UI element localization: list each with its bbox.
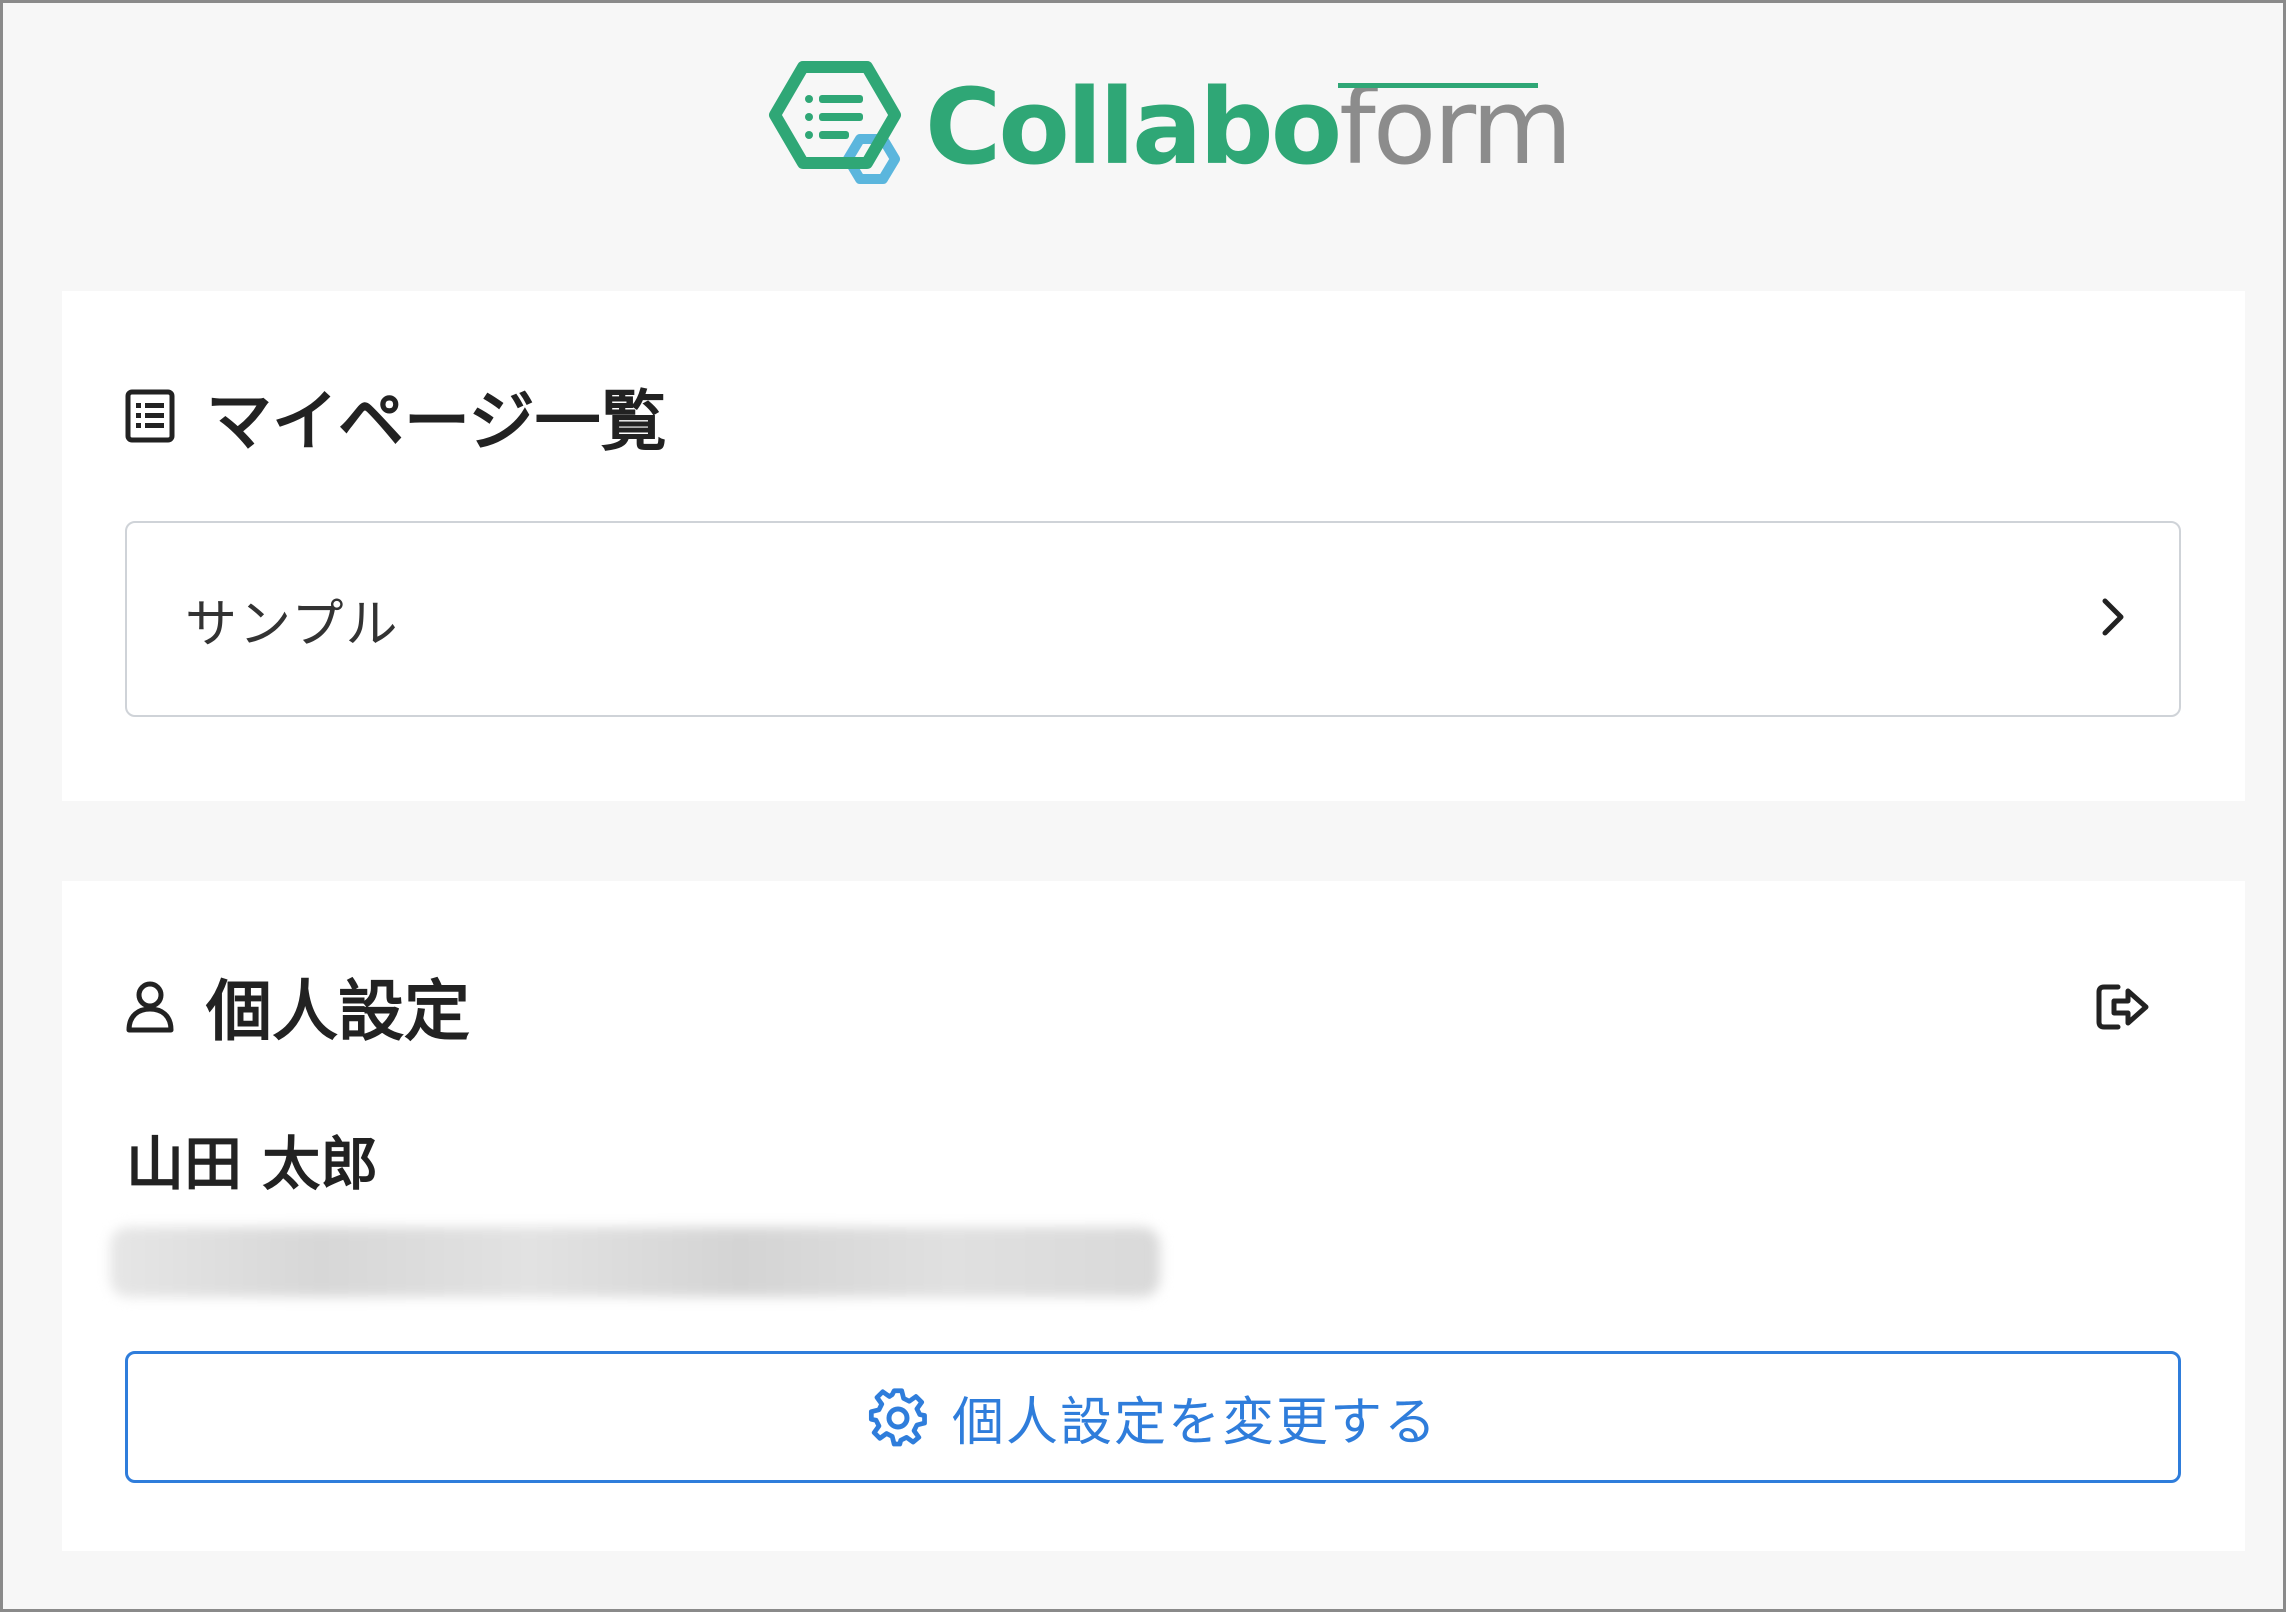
change-personal-settings-button[interactable]: 個人設定を変更する bbox=[125, 1351, 2181, 1483]
logo-accent-line bbox=[1338, 83, 1538, 88]
gear-icon bbox=[868, 1387, 928, 1447]
logout-icon[interactable] bbox=[2091, 977, 2155, 1037]
list-icon bbox=[124, 388, 176, 444]
personal-settings-title: 個人設定 bbox=[206, 973, 470, 1050]
user-display-name: 山田 太郎 bbox=[126, 1130, 379, 1198]
mypage-list-title: マイページ一覧 bbox=[206, 383, 667, 460]
chevron-right-icon bbox=[2099, 595, 2127, 643]
collaboform-logo-icon bbox=[769, 61, 901, 184]
user-email-redacted bbox=[110, 1227, 1160, 1297]
logo-text-collabo: Collabo bbox=[925, 66, 1342, 188]
mypage-item-label: サンプル bbox=[185, 594, 400, 655]
mypage-list-heading: マイページ一覧 bbox=[124, 371, 667, 461]
change-settings-label: 個人設定を変更する bbox=[951, 1392, 1438, 1453]
personal-settings-heading: 個人設定 bbox=[124, 961, 470, 1051]
mypage-item-sample[interactable]: サンプル bbox=[125, 521, 2181, 717]
collaboform-logo: Collaboform bbox=[765, 59, 1573, 191]
user-icon bbox=[124, 978, 176, 1034]
personal-settings-card: 個人設定 山田 太郎 個人設定を変更する bbox=[62, 881, 2245, 1551]
mypage-list-card: マイページ一覧 サンプル bbox=[62, 291, 2245, 801]
app-frame: Collaboform マイページ一覧 サンプル 個人設定 山田 太郎 個人設定… bbox=[0, 0, 2286, 1612]
